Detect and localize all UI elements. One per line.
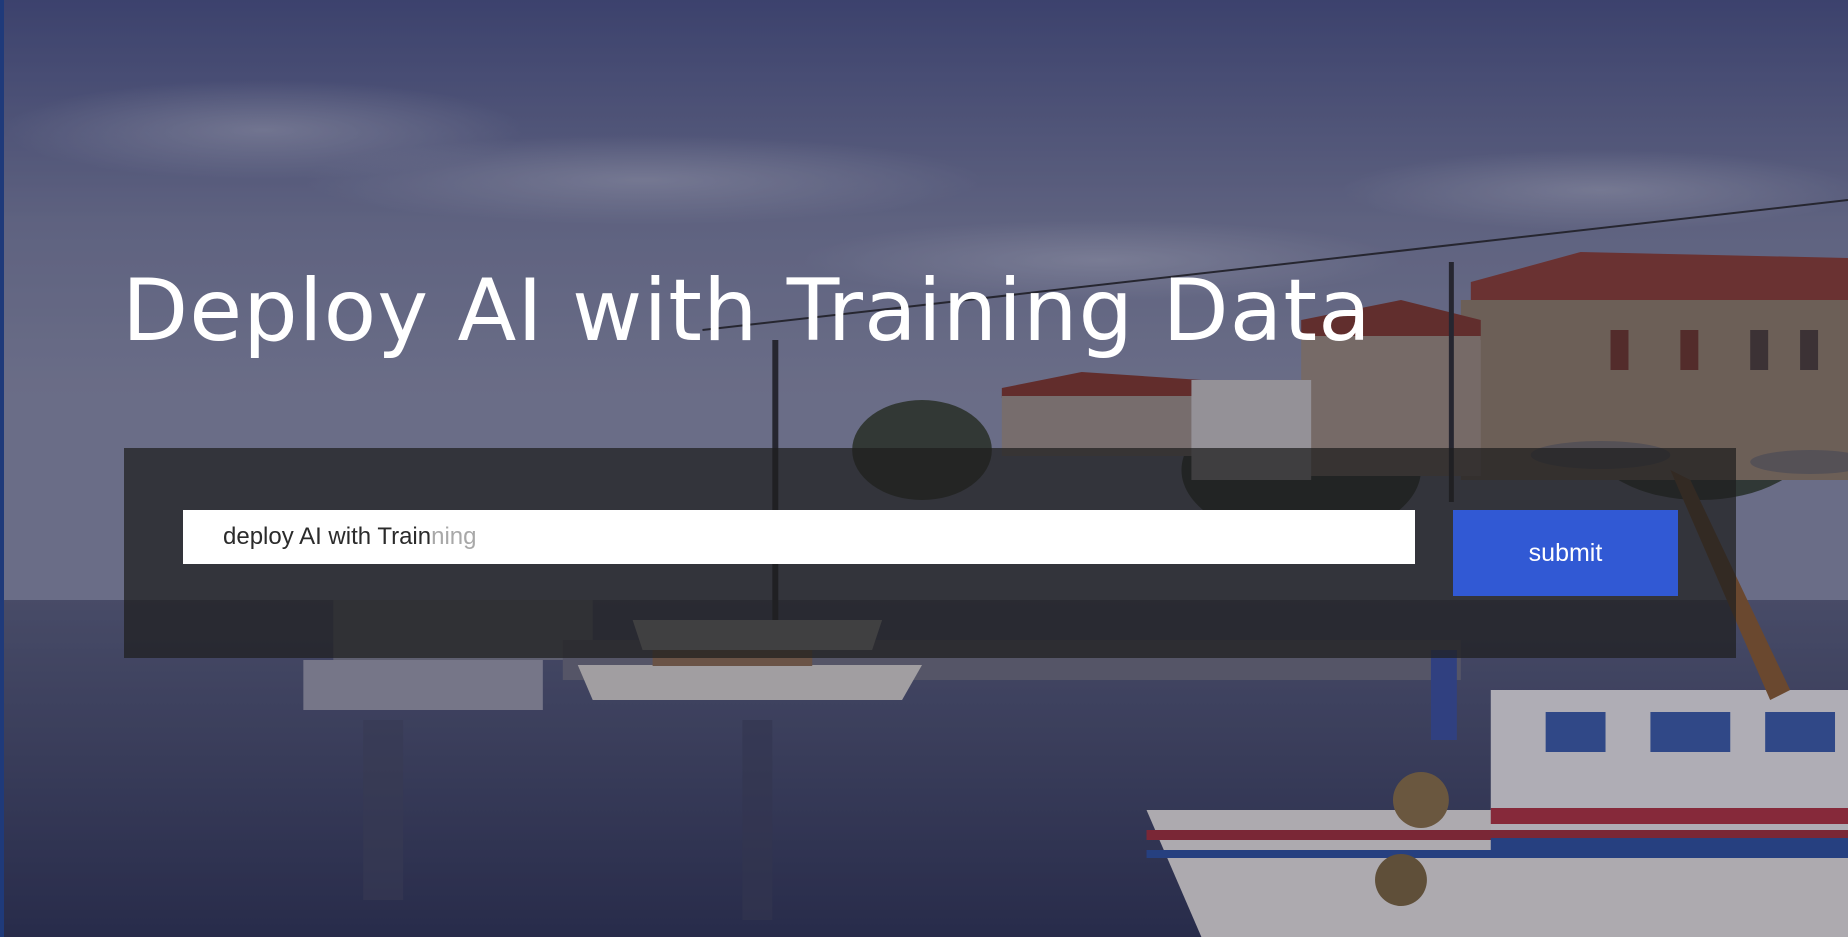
search-typed-text: deploy AI with Train <box>223 523 432 550</box>
search-panel: deploy AI with Trainning submit <box>124 448 1736 658</box>
search-autocomplete-suggestion: ning <box>431 523 477 550</box>
page: Deploy AI with Training Data deploy AI w… <box>0 0 1848 937</box>
submit-button[interactable]: submit <box>1453 510 1678 596</box>
hero-title: Deploy AI with Training Data <box>122 261 1372 361</box>
search-input[interactable]: deploy AI with Trainning <box>183 510 1415 564</box>
